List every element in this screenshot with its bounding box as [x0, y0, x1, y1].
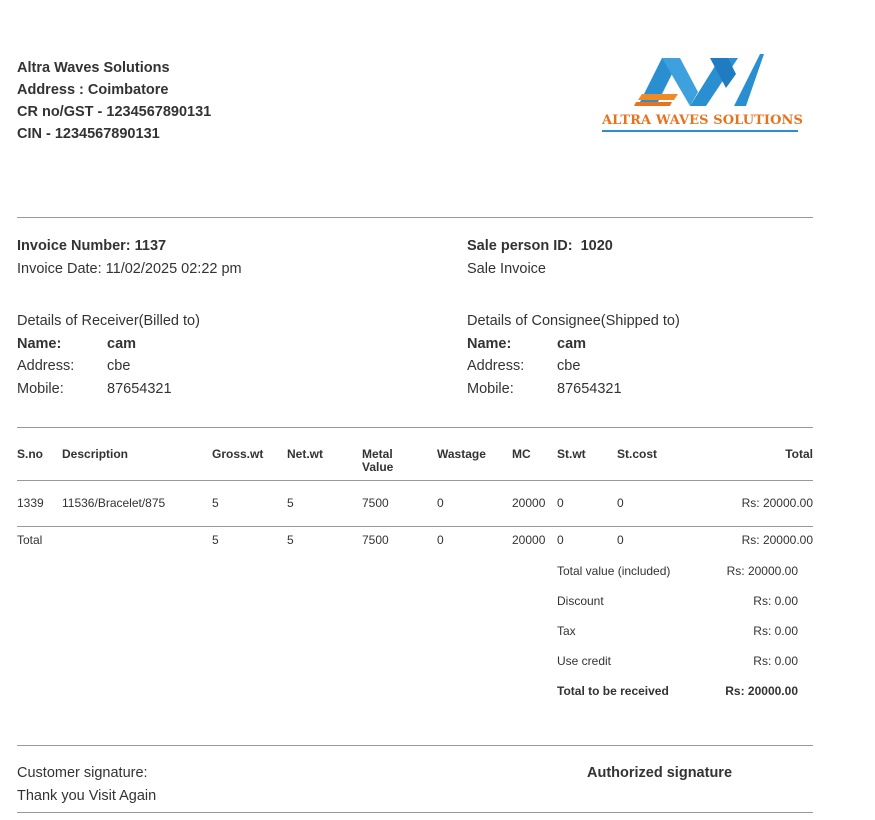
receiver-mobile-row: Mobile: 87654321 [17, 378, 200, 401]
invoice-info: Invoice Number: 1137 Invoice Date: 11/02… [17, 235, 242, 280]
receiver-name-label: Name: [17, 335, 62, 352]
header-st-wt: St.wt [557, 447, 586, 461]
total-gross-wt: 5 [212, 525, 287, 556]
total-wastage: 0 [437, 525, 512, 556]
header-total: Total [785, 447, 813, 461]
receiver-mobile-label: Mobile: [17, 380, 64, 397]
divider [17, 427, 813, 428]
total-st-wt: 0 [557, 525, 617, 556]
company-gst: CR no/GST - 1234567890131 [17, 104, 212, 120]
logo-text: ALTRA WAVES SOLUTIONS [602, 113, 804, 128]
invoice-date: Invoice Date: 11/02/2025 02:22 pm [17, 260, 242, 277]
receiver-name-row: Name: cam [17, 333, 200, 356]
table-row: 1339 11536/Bracelet/875 5 5 7500 0 20000… [17, 479, 813, 526]
total-label: Total [17, 525, 212, 556]
total-metal-value: 7500 [362, 525, 437, 556]
cell-description: 11536/Bracelet/875 [62, 479, 212, 526]
invoice-summary: Total value (included) Rs: 20000.00 Disc… [557, 556, 798, 706]
cell-mc: 20000 [512, 479, 557, 526]
company-logo: ALTRA WAVES SOLUTIONS [600, 50, 804, 136]
summary-discount: Discount Rs: 0.00 [557, 594, 798, 608]
sale-person-id: Sale person ID: 1020 [467, 238, 613, 254]
divider [17, 217, 813, 218]
total-st-cost: 0 [617, 525, 692, 556]
summary-use-credit: Use credit Rs: 0.00 [557, 654, 798, 668]
divider [17, 745, 813, 746]
consignee-address-row: Address: cbe [467, 355, 680, 378]
summary-total-to-receive: Total to be received Rs: 20000.00 [557, 684, 798, 698]
table-header-row: S.no Description Gross.wt Net.wt Metal Va… [17, 444, 813, 480]
divider [17, 812, 813, 813]
cell-st-cost: 0 [617, 479, 692, 526]
cell-metal-value: 7500 [362, 479, 437, 526]
header-mc: MC [512, 447, 531, 461]
consignee-address: cbe [557, 358, 581, 374]
cell-sno: 1339 [17, 479, 62, 526]
company-details: Altra Waves Solutions Address : Coimbato… [17, 57, 211, 145]
total-amount: Rs: 20000.00 [692, 525, 813, 556]
consignee-details: Details of Consignee(Shipped to) Name: c… [467, 310, 680, 400]
cell-wastage: 0 [437, 479, 512, 526]
header-gross-wt: Gross.wt [212, 447, 264, 461]
consignee-name-row: Name: cam [467, 333, 680, 356]
invoice-number: Invoice Number: 1137 [17, 238, 167, 254]
consignee-mobile: 87654321 [557, 380, 622, 397]
receiver-address-label: Address: [17, 358, 75, 374]
cell-net-wt: 5 [287, 479, 362, 526]
items-table: S.no Description Gross.wt Net.wt Metal Va… [17, 444, 813, 556]
company-name: Altra Waves Solutions [17, 60, 170, 76]
total-net-wt: 5 [287, 525, 362, 556]
consignee-mobile-row: Mobile: 87654321 [467, 378, 680, 401]
header-wastage: Wastage [437, 447, 486, 461]
sale-info: Sale person ID: 1020 Sale Invoice [467, 235, 613, 280]
consignee-address-label: Address: [467, 358, 525, 374]
header-net-wt: Net.wt [287, 447, 323, 461]
company-address: Address : Coimbatore [17, 82, 169, 98]
table-total-row: Total 5 5 7500 0 20000 0 0 Rs: 20000.00 [17, 525, 813, 556]
cell-gross-wt: 5 [212, 479, 287, 526]
consignee-name: cam [557, 335, 587, 352]
summary-tax: Tax Rs: 0.00 [557, 624, 798, 638]
thank-you-text: Thank you Visit Again [17, 788, 157, 804]
authorized-signature-label: Authorized signature [587, 765, 733, 781]
receiver-heading: Details of Receiver(Billed to) [17, 313, 200, 329]
consignee-heading: Details of Consignee(Shipped to) [467, 313, 680, 329]
total-mc: 20000 [512, 525, 557, 556]
cell-st-wt: 0 [557, 479, 617, 526]
header-st-cost: St.cost [617, 447, 658, 461]
logo-underline [602, 130, 798, 132]
logo-mark-icon [634, 54, 764, 106]
footer-customer: Customer signature: Thank you Visit Agai… [17, 762, 156, 808]
customer-signature-label: Customer signature: [17, 765, 148, 781]
consignee-mobile-label: Mobile: [467, 380, 514, 397]
header-description: Description [62, 447, 129, 461]
receiver-name: cam [107, 335, 137, 352]
receiver-address-row: Address: cbe [17, 355, 200, 378]
header-metal-value: Metal Value [362, 447, 394, 474]
company-cin: CIN - 1234567890131 [17, 126, 160, 142]
receiver-mobile: 87654321 [107, 380, 172, 397]
receiver-details: Details of Receiver(Billed to) Name: cam… [17, 310, 200, 400]
invoice-type: Sale Invoice [467, 260, 546, 277]
consignee-name-label: Name: [467, 335, 512, 352]
summary-total-value: Total value (included) Rs: 20000.00 [557, 564, 798, 578]
header-sno: S.no [17, 447, 43, 461]
cell-total: Rs: 20000.00 [692, 479, 813, 526]
receiver-address: cbe [107, 358, 131, 374]
